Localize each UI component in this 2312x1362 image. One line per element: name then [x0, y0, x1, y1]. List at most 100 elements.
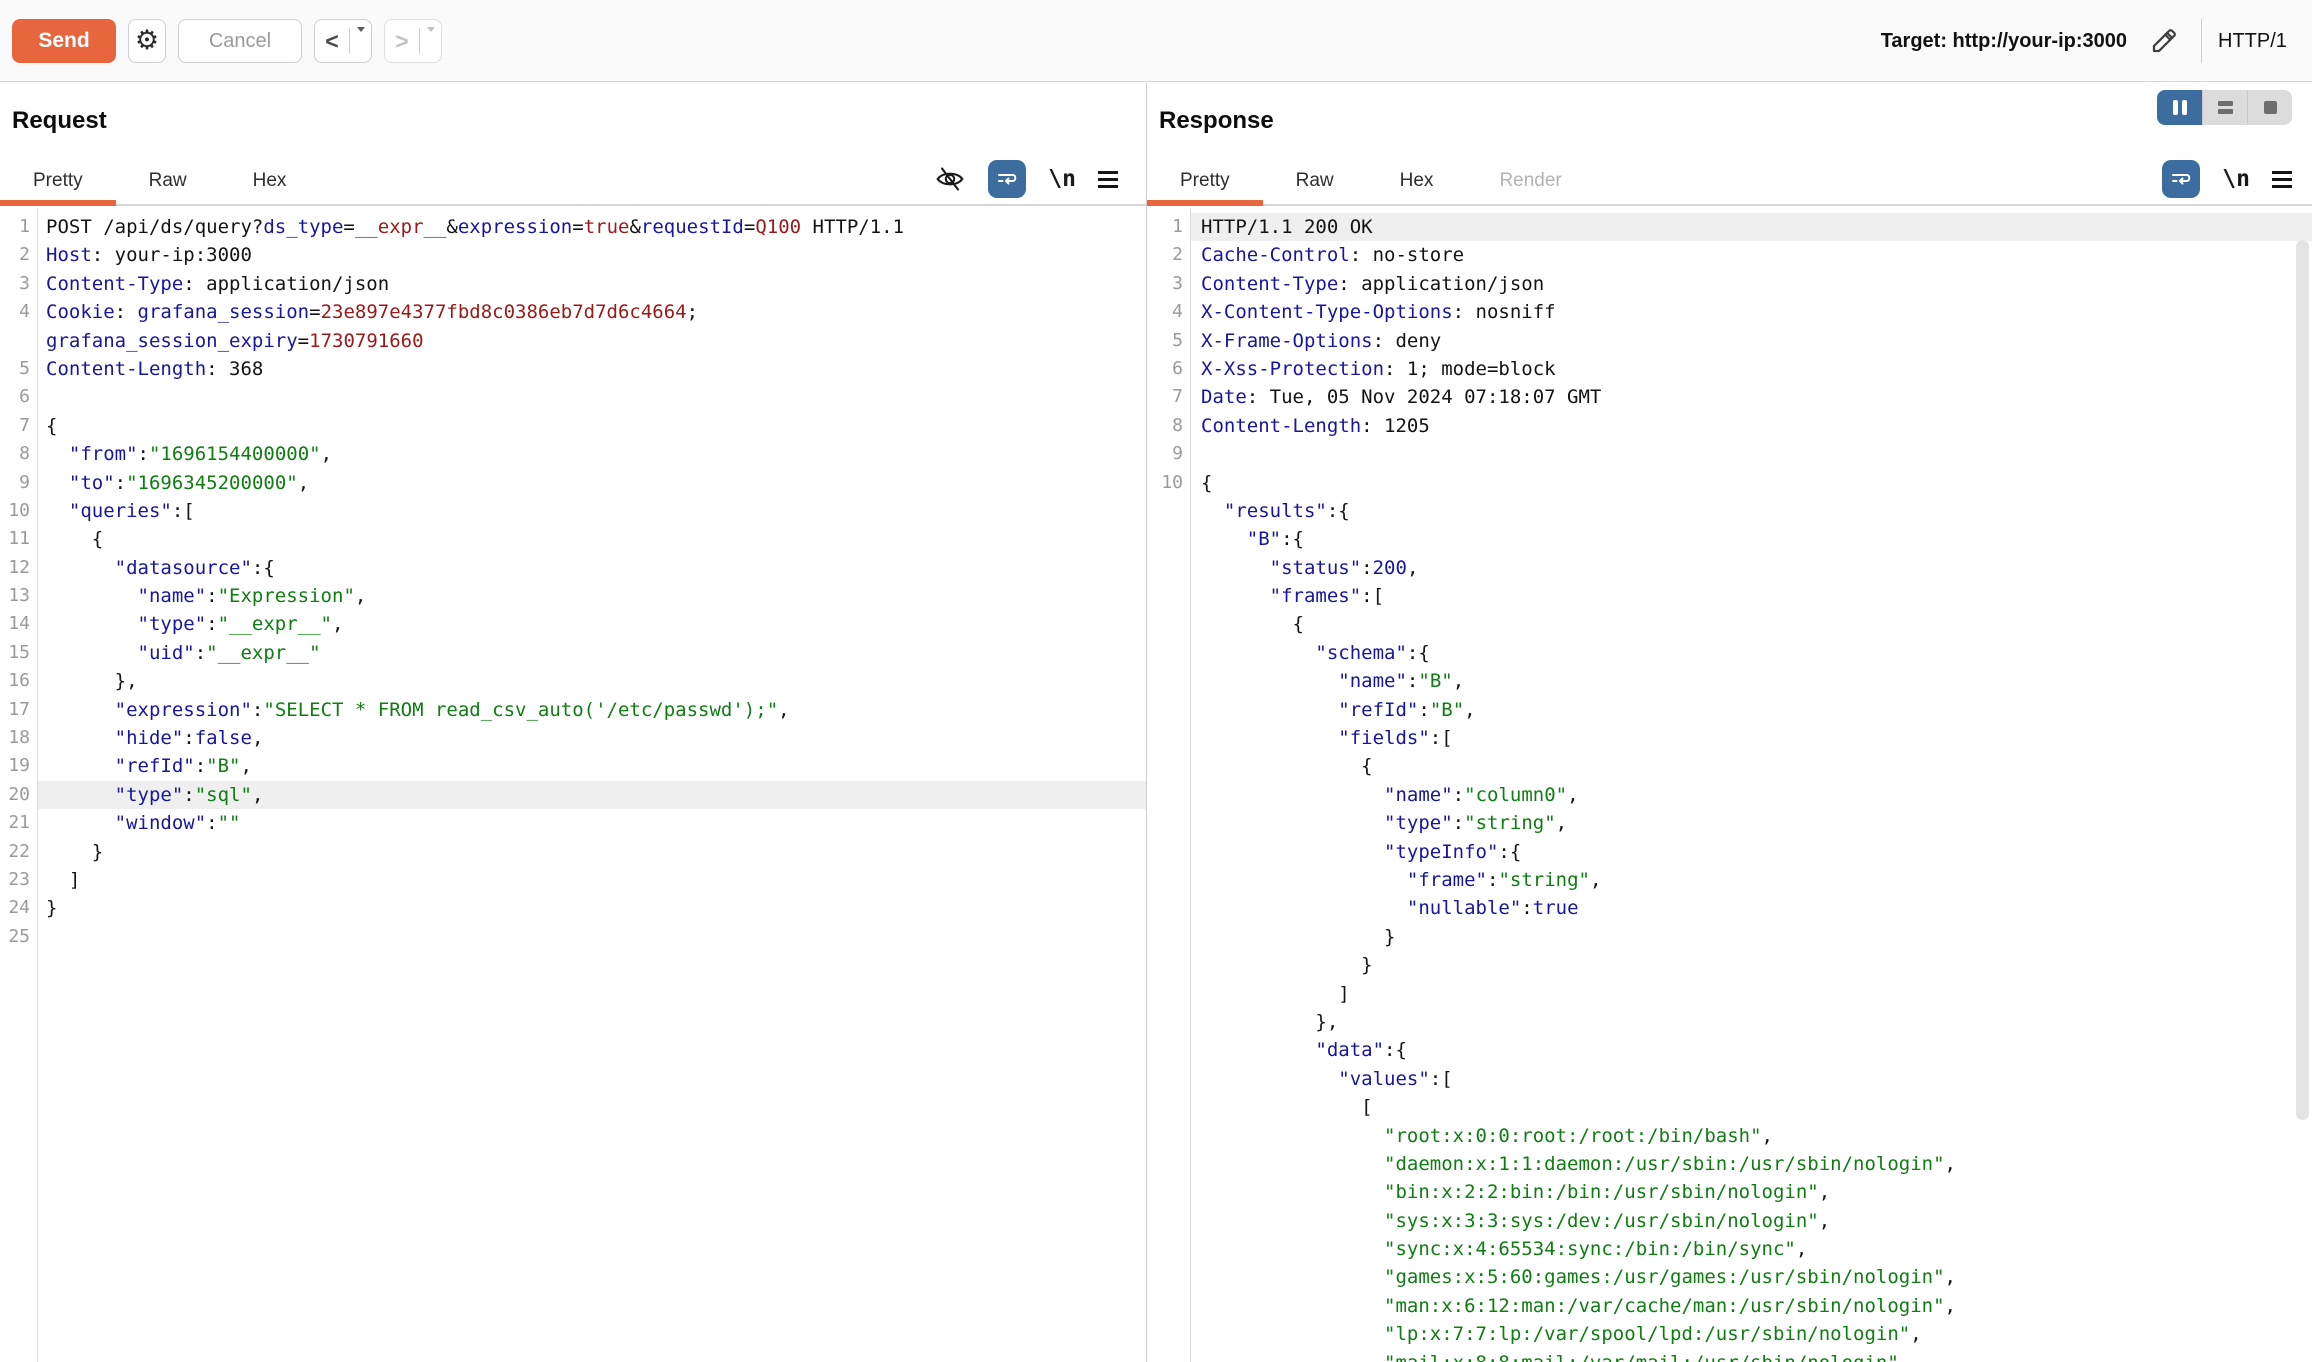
- line-number: [1147, 610, 1190, 638]
- code-text: "results":{: [1190, 497, 2312, 525]
- code-line: 10{: [1147, 469, 2312, 497]
- code-text: "typeInfo":{: [1190, 838, 2312, 866]
- cancel-button[interactable]: Cancel: [178, 19, 302, 63]
- code-text: "fields":[: [1190, 724, 2312, 752]
- settings-button[interactable]: ⚙: [128, 19, 166, 63]
- line-number: 2: [1147, 241, 1190, 269]
- tab-raw[interactable]: Raw: [116, 158, 220, 204]
- hide-nonprintable-button[interactable]: [934, 163, 966, 195]
- code-text: "type":"string",: [1190, 809, 2312, 837]
- request-editor[interactable]: 1POST /api/ds/query?ds_type=__expr__&exp…: [0, 208, 1146, 1362]
- edit-target-button[interactable]: [2143, 20, 2185, 62]
- response-menu-button[interactable]: [2272, 171, 2292, 188]
- code-text: "name":"B",: [1190, 667, 2312, 695]
- line-number: 10: [0, 497, 37, 525]
- tab-pretty[interactable]: Pretty: [1147, 158, 1263, 204]
- word-wrap-toggle[interactable]: [988, 160, 1026, 198]
- line-number: [1147, 838, 1190, 866]
- tab-hex[interactable]: Hex: [1367, 158, 1467, 204]
- dropdown-caret-icon: [427, 32, 435, 50]
- show-newlines-button[interactable]: \n: [2222, 166, 2250, 192]
- history-back-dropdown[interactable]: [350, 32, 371, 50]
- code-text: Content-Type: application/json: [37, 270, 1146, 298]
- code-text: POST /api/ds/query?ds_type=__expr__&expr…: [37, 213, 1146, 241]
- code-line: 2Cache-Control: no-store: [1147, 241, 2312, 269]
- code-line: 21 "window":"": [0, 809, 1146, 837]
- code-line: }: [1147, 951, 2312, 979]
- code-line: "refId":"B",: [1147, 696, 2312, 724]
- line-number: 24: [0, 894, 37, 922]
- tab-hex[interactable]: Hex: [220, 158, 320, 204]
- code-text: X-Xss-Protection: 1; mode=block: [1190, 355, 2312, 383]
- code-line: 3Content-Type: application/json: [1147, 270, 2312, 298]
- send-button[interactable]: Send: [12, 19, 116, 63]
- code-line: "games:x:5:60:games:/usr/games:/usr/sbin…: [1147, 1263, 2312, 1291]
- code-text: ]: [1190, 980, 2312, 1008]
- word-wrap-toggle[interactable]: [2162, 160, 2200, 198]
- code-text: "nullable":true: [1190, 894, 2312, 922]
- code-text: Cache-Control: no-store: [1190, 241, 2312, 269]
- line-number: [1147, 894, 1190, 922]
- code-text: [37, 923, 1146, 951]
- code-line: "root:x:0:0:root:/root:/bin/bash",: [1147, 1122, 2312, 1150]
- line-number: [1147, 1093, 1190, 1121]
- line-number: 5: [1147, 327, 1190, 355]
- code-line: 16 },: [0, 667, 1146, 695]
- response-viewer[interactable]: 1HTTP/1.1 200 OK2Cache-Control: no-store…: [1147, 208, 2312, 1362]
- code-line: 15 "uid":"__expr__": [0, 639, 1146, 667]
- code-text: "datasource":{: [37, 554, 1146, 582]
- layout-rows-button[interactable]: [2202, 90, 2247, 125]
- line-number: 14: [0, 610, 37, 638]
- code-text: Content-Type: application/json: [1190, 270, 2312, 298]
- request-menu-button[interactable]: [1098, 171, 1118, 188]
- code-line: 8Content-Length: 1205: [1147, 412, 2312, 440]
- http-version-selector[interactable]: HTTP/1: [2218, 30, 2306, 53]
- code-text: "window":"": [37, 809, 1146, 837]
- code-line: "sys:x:3:3:sys:/dev:/usr/sbin/nologin",: [1147, 1207, 2312, 1235]
- line-number: 18: [0, 724, 37, 752]
- code-line: "nullable":true: [1147, 894, 2312, 922]
- code-line: grafana_session_expiry=1730791660: [0, 327, 1146, 355]
- layout-columns-button[interactable]: [2157, 90, 2202, 125]
- line-number: 16: [0, 667, 37, 695]
- request-view-icons: \n: [934, 158, 1118, 200]
- code-text: "type":"sql",: [37, 781, 1146, 809]
- line-number: 13: [0, 582, 37, 610]
- code-line: },: [1147, 1008, 2312, 1036]
- gear-icon: ⚙: [135, 25, 159, 56]
- layout-single-button[interactable]: [2247, 90, 2292, 125]
- show-newlines-button[interactable]: \n: [1048, 166, 1076, 192]
- line-number: 23: [0, 866, 37, 894]
- line-number: [1147, 1320, 1190, 1348]
- line-number: [1147, 1036, 1190, 1064]
- line-number: [1147, 980, 1190, 1008]
- line-number: [0, 327, 37, 355]
- code-text: "root:x:0:0:root:/root:/bin/bash",: [1190, 1122, 2312, 1150]
- line-number: 4: [0, 298, 37, 326]
- code-line: 25: [0, 923, 1146, 951]
- line-number: [1147, 923, 1190, 951]
- line-number: 12: [0, 554, 37, 582]
- line-number: [1147, 1150, 1190, 1178]
- line-number: 7: [1147, 383, 1190, 411]
- code-line: 6X-Xss-Protection: 1; mode=block: [1147, 355, 2312, 383]
- history-forward-dropdown[interactable]: [420, 32, 441, 50]
- code-text: "type":"__expr__",: [37, 610, 1146, 638]
- tab-render[interactable]: Render: [1466, 158, 1594, 204]
- response-scrollbar[interactable]: [2296, 240, 2309, 1120]
- tab-pretty[interactable]: Pretty: [0, 158, 116, 204]
- tab-raw[interactable]: Raw: [1263, 158, 1367, 204]
- toolbar: Send ⚙ Cancel < > Target: http://y: [0, 0, 2312, 82]
- code-text: "schema":{: [1190, 639, 2312, 667]
- code-text: "to":"1696345200000",: [37, 469, 1146, 497]
- code-text: "frames":[: [1190, 582, 2312, 610]
- code-text: {: [37, 412, 1146, 440]
- code-text: },: [37, 667, 1146, 695]
- code-line: 20 "type":"sql",: [0, 781, 1146, 809]
- line-number: 8: [1147, 412, 1190, 440]
- code-line: 12 "datasource":{: [0, 554, 1146, 582]
- history-back-button[interactable]: <: [314, 19, 372, 63]
- line-number: 8: [0, 440, 37, 468]
- line-number: [1147, 667, 1190, 695]
- history-forward-button[interactable]: >: [384, 19, 442, 63]
